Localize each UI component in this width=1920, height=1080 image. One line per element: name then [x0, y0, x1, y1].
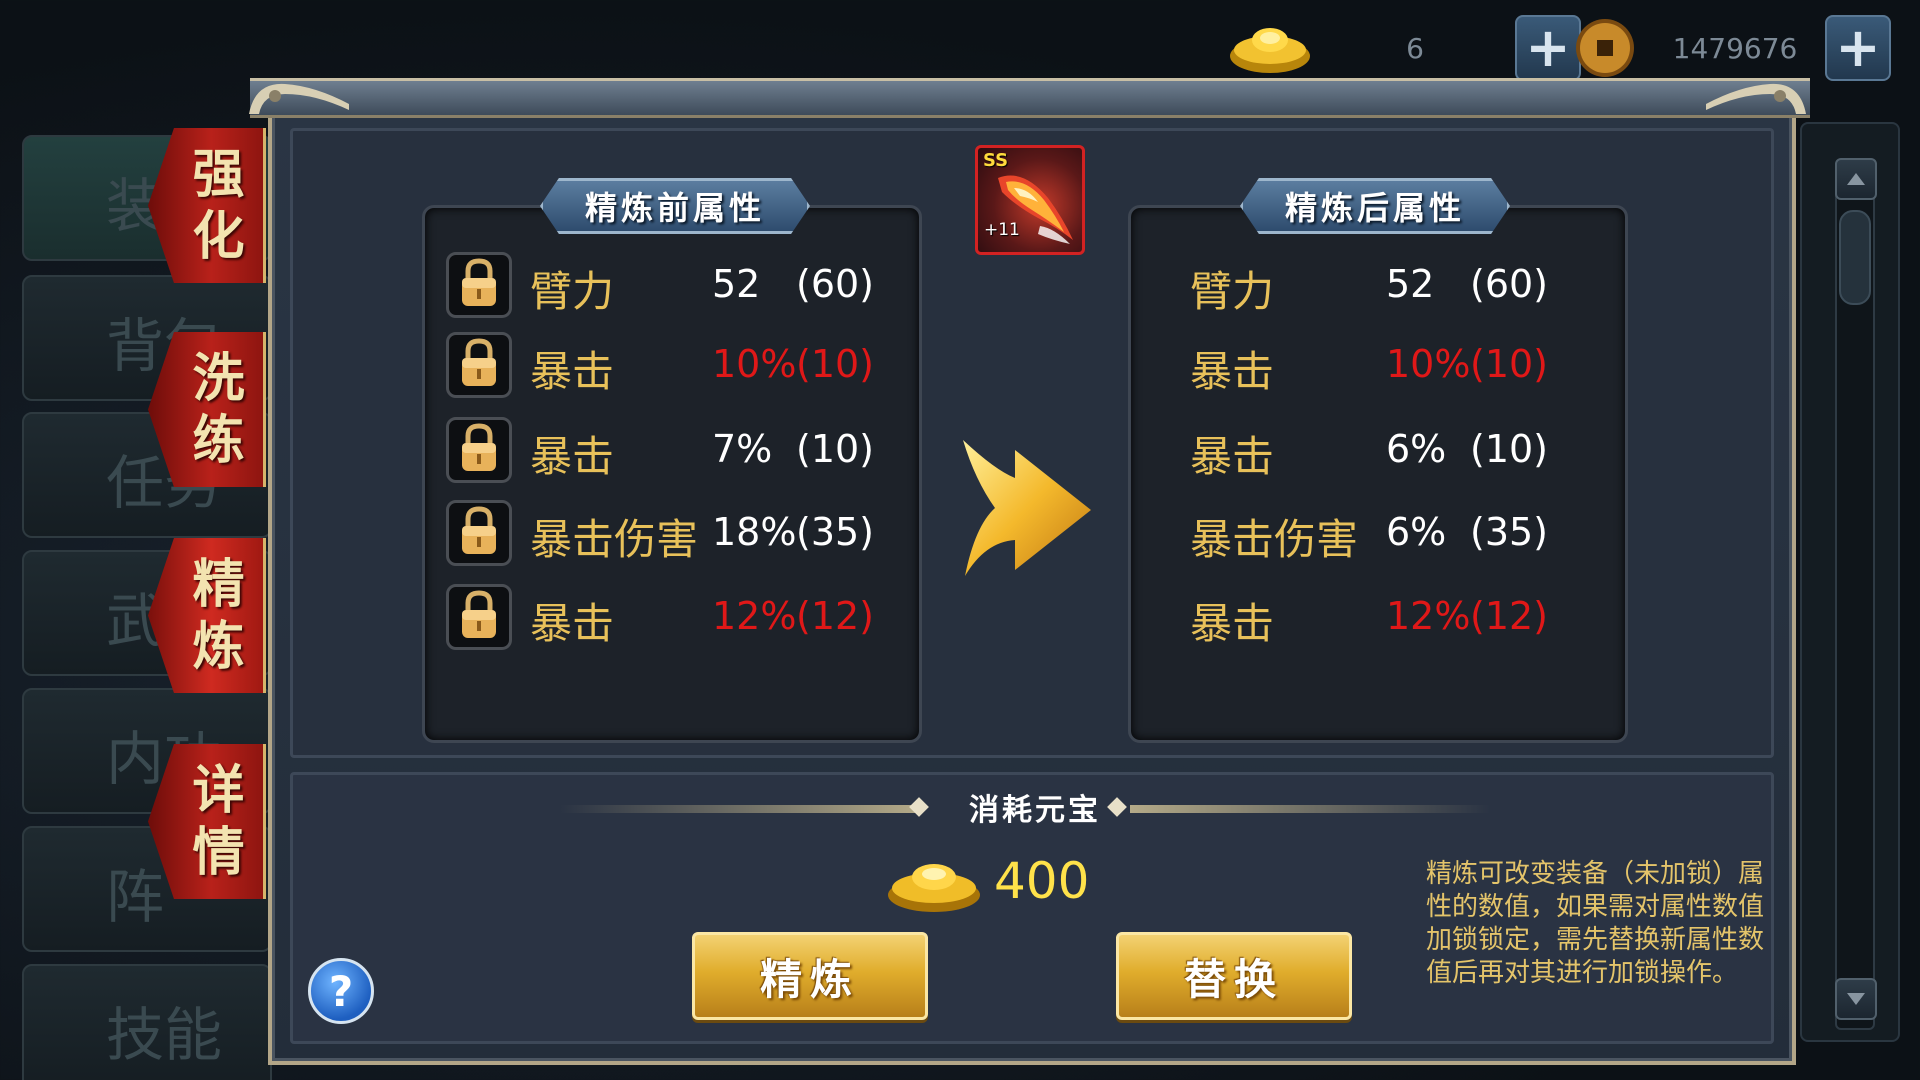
add-coin-button[interactable]: + — [1825, 15, 1891, 81]
arrow-right-icon — [963, 440, 1091, 576]
stat-max-value: (10) — [796, 427, 875, 471]
stat-value: 7% — [712, 427, 773, 471]
before-stat-row: 暴击伤害 18% (35) — [446, 498, 876, 568]
stat-max-value: (60) — [796, 262, 875, 306]
after-stat-row: 暴击 10% (10) — [1190, 330, 1620, 400]
stat-name: 暴击 — [530, 347, 615, 396]
ingot-count: 6 — [1406, 31, 1424, 65]
after-stat-row: 暴击 6% (10) — [1190, 415, 1620, 485]
help-button[interactable]: ? — [308, 958, 374, 1024]
coin-count: 1479676 — [1672, 31, 1798, 65]
before-stat-row: 暴击 12% (12) — [446, 582, 876, 652]
stat-max-value: (10) — [1470, 427, 1549, 471]
stat-max-value: (10) — [1470, 342, 1549, 386]
arrow-up-icon — [1847, 173, 1865, 185]
stat-name: 暴击伤害 — [1190, 515, 1359, 564]
gold-ingot-icon — [1225, 13, 1315, 83]
left-corner-ornament — [249, 83, 349, 114]
stat-value: 12% — [1386, 594, 1471, 638]
right-corner-ornament — [1706, 83, 1806, 114]
stat-value: 6% — [1386, 427, 1447, 471]
item-level: +11 — [984, 220, 1020, 240]
stat-value: 10% — [712, 342, 797, 386]
copper-coin-icon — [1565, 13, 1645, 83]
lock-icon — [457, 505, 501, 561]
stat-name: 暴击 — [1190, 599, 1275, 648]
lock-toggle-button[interactable] — [446, 417, 512, 483]
lock-icon — [457, 589, 501, 645]
stat-name: 暴击伤害 — [530, 515, 699, 564]
lock-icon — [457, 337, 501, 393]
stat-name: 臂力 — [530, 267, 615, 316]
ingot-currency: 6 + — [1225, 8, 1581, 88]
stat-max-value: (12) — [1470, 594, 1549, 638]
stat-value: 52 — [1386, 262, 1435, 306]
lock-toggle-button[interactable] — [446, 332, 512, 398]
gold-ingot-icon — [888, 864, 980, 912]
lock-icon — [457, 422, 501, 478]
stat-name: 暴击 — [1190, 347, 1275, 396]
before-stat-row: 暴击 7% (10) — [446, 415, 876, 485]
scroll-down-button[interactable] — [1835, 978, 1877, 1020]
lock-toggle-button[interactable] — [446, 252, 512, 318]
stat-max-value: (12) — [796, 594, 875, 638]
cost-divider-left — [560, 805, 920, 813]
stat-value: 52 — [712, 262, 761, 306]
arrow-down-icon — [1847, 993, 1865, 1005]
before-stats-title: 精炼前属性 — [540, 178, 810, 234]
scroll-up-button[interactable] — [1835, 158, 1877, 200]
before-stat-row: 暴击 10% (10) — [446, 330, 876, 400]
after-stat-row: 暴击伤害 6% (35) — [1190, 498, 1620, 568]
cost-amount: 400 — [994, 852, 1090, 910]
stat-value: 18% — [712, 510, 797, 554]
stat-max-value: (35) — [796, 510, 875, 554]
stat-value: 10% — [1386, 342, 1471, 386]
dialog-top-bar — [250, 78, 1810, 118]
stat-name: 暴击 — [1190, 432, 1275, 481]
stat-name: 臂力 — [1190, 267, 1275, 316]
lock-toggle-button[interactable] — [446, 584, 512, 650]
stat-name: 暴击 — [530, 432, 615, 481]
before-stat-row: 臂力 52 (60) — [446, 250, 876, 320]
stat-max-value: (10) — [796, 342, 875, 386]
item-grade: SS — [983, 150, 1009, 171]
refine-button[interactable]: 精炼 — [692, 932, 928, 1020]
equipment-item-icon[interactable]: SS +11 — [975, 145, 1085, 255]
after-stats-title: 精炼后属性 — [1240, 178, 1510, 234]
refine-hint-text: 精炼可改变装备（未加锁）属性的数值，如果需对属性数值加锁锁定，需先替换新属性数值… — [1426, 859, 1765, 988]
scrollbar-thumb[interactable] — [1839, 210, 1871, 305]
stat-value: 6% — [1386, 510, 1447, 554]
replace-button[interactable]: 替换 — [1116, 932, 1352, 1020]
cost-title: 消耗元宝 — [969, 793, 1101, 828]
stat-name: 暴击 — [530, 599, 615, 648]
tab-skills[interactable]: 技能 — [22, 964, 272, 1080]
lock-toggle-button[interactable] — [446, 500, 512, 566]
stat-max-value: (60) — [1470, 262, 1549, 306]
after-stat-row: 暴击 12% (12) — [1190, 582, 1620, 652]
after-stat-row: 臂力 52 (60) — [1190, 250, 1620, 320]
stat-value: 12% — [712, 594, 797, 638]
stat-max-value: (35) — [1470, 510, 1549, 554]
lock-icon — [457, 257, 501, 313]
cost-divider-right — [1130, 805, 1490, 813]
